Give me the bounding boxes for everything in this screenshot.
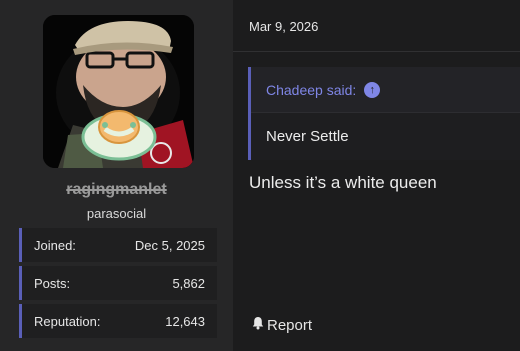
user-stats: Joined: Dec 5, 2025 Posts: 5,862 Reputat… (19, 228, 217, 342)
stat-label: Posts: (34, 275, 71, 291)
quote-author[interactable]: Chadeep said: (266, 82, 356, 98)
stat-joined: Joined: Dec 5, 2025 (19, 228, 217, 262)
stat-reputation: Reputation: 12,643 (19, 304, 217, 338)
stat-label: Joined: (34, 237, 76, 253)
report-label: Report (267, 316, 313, 334)
post-date[interactable]: Mar 9, 2026 (249, 19, 318, 34)
quote-block: Chadeep said: ↑ Never Settle (248, 67, 520, 160)
divider (233, 51, 520, 52)
arrow-up-circle-icon[interactable]: ↑ (364, 81, 381, 98)
stat-posts: Posts: 5,862 (19, 266, 217, 300)
quote-header[interactable]: Chadeep said: ↑ (251, 67, 520, 113)
bell-icon (251, 316, 265, 334)
stat-value: Dec 5, 2025 (134, 237, 205, 253)
avatar[interactable] (43, 15, 194, 168)
quote-text: Never Settle (266, 127, 349, 145)
user-info-column: ragingmanlet parasocial Joined: Dec 5, 2… (0, 0, 233, 351)
post-body: Unless it’s a white queen (249, 173, 437, 192)
stat-value: 12,643 (165, 313, 205, 329)
username[interactable]: ragingmanlet (0, 181, 233, 199)
stat-value[interactable]: 5,862 (172, 276, 205, 291)
report-button[interactable]: Report (251, 316, 312, 334)
user-title: parasocial (86, 206, 147, 221)
stat-label: Reputation: (34, 313, 101, 329)
